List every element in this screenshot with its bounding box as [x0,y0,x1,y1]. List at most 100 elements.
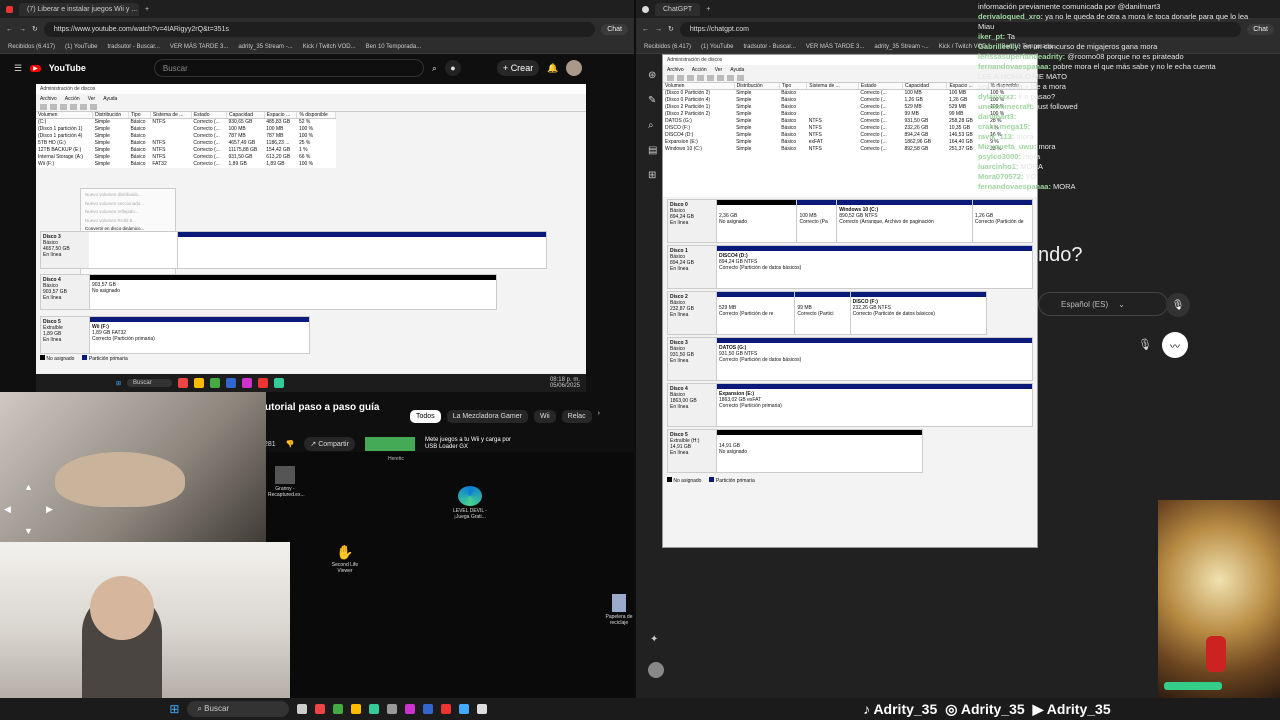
language-select[interactable]: Español (ES) ⌄ [1038,292,1168,316]
search-icon[interactable]: ⌕ [432,63,437,74]
chat-username[interactable]: derivaloqued_xro: [978,12,1043,21]
desktop-icon-second-life[interactable]: ✋ Second Life Viewer [326,544,364,574]
chat-username[interactable]: uneteminecraft: [978,102,1034,111]
chat-username[interactable]: Mora070572: [978,172,1023,181]
partition[interactable]: 100 MB Correcto (Pa [796,200,837,242]
chat-username[interactable]: dylanxxxz: [978,92,1016,101]
app-icon[interactable] [315,704,326,714]
partition[interactable]: Windows 10 (C:) 890,52 GB NTFS Correcto (A… [836,200,972,242]
related-thumbnail[interactable] [364,437,415,451]
chip-mezcladora[interactable]: La Mezcladora Gamer [446,410,528,423]
chevron-right-icon[interactable]: › [598,410,600,423]
forward-icon[interactable]: → [19,26,26,33]
chip-todos[interactable]: Todos [410,410,441,423]
app-icon[interactable] [441,704,452,714]
table-row[interactable]: Internal Storage (A:) Simple Básico NTFS Cor… [36,154,336,161]
app-icon[interactable] [405,704,416,714]
explore-icon[interactable]: ⊞ [648,170,657,181]
table-row[interactable]: Wii (F:) Simple Básico FAT32 Correcto (... 1,… [36,161,336,168]
bookmark-2[interactable]: (1) YouTube [701,44,733,50]
chat-username[interactable]: craki_mega15: [978,122,1030,131]
partition[interactable]: 99 MB Correcto (Partici [794,292,850,334]
context-menu-item[interactable]: Nuevo volumen seccionado... [85,200,171,209]
left-address-bar[interactable]: https://www.youtube.com/watch?v=4IARigyy… [43,21,596,37]
chat-username[interactable]: Mizuqueta_uwu: [978,142,1036,151]
app-icon[interactable] [477,704,488,714]
partition[interactable]: Wii (F:) 1,89 GB FAT32 Correcto (Partición… [89,317,309,353]
bookmark-7[interactable]: Ben 10 Temporada... [366,44,422,50]
partition[interactable]: 903,57 GB No asignado [89,275,496,309]
partition[interactable]: DATOS (G:) 931,50 GB NTFS Correcto (Partic… [716,338,1032,380]
folder-icon[interactable] [351,704,362,714]
partition[interactable]: Expansion (E:) 1863,02 GB exFAT Correcto (… [716,384,1032,426]
reload-icon[interactable]: ↻ [32,25,38,33]
app-icon[interactable] [459,704,470,714]
youtube-logo-icon[interactable]: ▶ [30,64,41,72]
user-avatar[interactable] [648,662,664,678]
bookmark-6[interactable]: Kick / Twitch VOD... [303,44,356,50]
bookmark-4[interactable]: VER MÁS TARDE 3... [170,44,228,50]
partition[interactable]: DISCO4 (D:) 894,24 GB NTFS Correcto (Parti… [716,246,1032,288]
library-icon[interactable]: ▤ [648,145,657,156]
avatar[interactable] [566,60,583,76]
desktop-icon-level-devil[interactable]: LEVEL DEVIL - ¡Juega Grati... [450,486,490,520]
dislike-icon[interactable]: 👎 [286,440,295,448]
table-row[interactable]: 5TB HD (G:) Simple Básico NTFS Correcto (...… [36,140,336,147]
chat-username[interactable]: lerissasuperfandeadrity: [978,52,1065,61]
create-button[interactable]: + Crear [496,60,540,76]
chip-related[interactable]: Relac [561,410,592,423]
bookmark-1[interactable]: Recibidos (6.417) [644,44,691,50]
related-title[interactable]: Mete juegos a tu Wii y carga por USB Loa… [425,437,515,451]
dictate-icon[interactable]: 🎙 [1138,338,1152,351]
chat-username[interactable]: ravik_113: [978,132,1014,141]
menu-ver[interactable]: Ver [715,67,723,73]
youtube-logo-text[interactable]: YouTube [49,63,86,73]
bookmark-3[interactable]: tradsutor - Buscar... [108,44,160,50]
app-icon[interactable] [369,704,380,714]
table-row[interactable]: (Disco 1 partición 4) Simple Básico Correct… [36,133,336,140]
bookmark-3[interactable]: tradsutor - Buscar... [744,44,796,50]
chat-username[interactable]: psylco3000: [978,152,1021,161]
context-menu-item[interactable]: Nuevo volumen reflejado... [85,208,171,217]
video-player[interactable]: Administración de discos Archivo Acción … [36,84,586,374]
bookmark-1[interactable]: Recibidos (6.417) [8,44,55,50]
bookmark-4[interactable]: VER MÁS TARDE 3... [806,44,864,50]
context-menu-item[interactable]: Nuevo volumen RAID-5... [85,217,171,226]
left-tab[interactable]: (7) Liberar e instalar juegos Wii y ... [19,2,139,16]
chat-username[interactable]: fernandovaespanaa: [978,182,1051,191]
back-icon[interactable]: ← [642,26,649,33]
partition[interactable]: 14,91 GB No asignado [716,430,922,472]
menu-accion[interactable]: Acción [65,96,80,102]
new-chat-icon[interactable]: ✎ [648,95,657,106]
windows-start-icon[interactable]: ⊞ [169,702,179,716]
app-icon[interactable] [423,704,434,714]
menu-ayuda[interactable]: Ayuda [103,96,117,102]
chat-username[interactable]: iker_pt: [978,32,1005,41]
bell-icon[interactable]: 🔔 [547,63,558,74]
mic-icon[interactable]: ● [444,60,461,76]
table-row[interactable]: 12TB BACKUP (E:) Simple Básico NTFS Correcto… [36,147,336,154]
chat-username[interactable]: luarcinho1: [978,162,1018,171]
back-icon[interactable]: ← [6,26,13,33]
reload-icon[interactable]: ↻ [668,25,674,33]
partition[interactable]: DISCO (F:) 232,26 GB NTFS Correcto (Partic… [849,292,986,334]
chat-username[interactable]: Gabrilleelly: [978,42,1021,51]
menu-archivo[interactable]: Archivo [40,96,57,102]
partition[interactable]: 2,36 GB No asignado [716,200,797,242]
app-icon[interactable] [333,704,344,714]
right-tab[interactable]: ChatGPT [655,2,701,16]
menu-icon[interactable]: ☰ [14,63,22,74]
voice-mode-icon[interactable]: 〰 [1162,332,1188,358]
chat-username[interactable]: danimart3: [978,112,1016,121]
context-menu-item[interactable]: Nuevo volumen distribuido... [85,191,171,200]
table-row[interactable]: (C:) Simple Básico NTFS Correcto (... 930,65 … [36,119,336,127]
app-icon[interactable] [387,704,398,714]
task-view-icon[interactable] [297,704,308,714]
partition[interactable] [177,232,546,268]
bookmark-5[interactable]: adrity_35 Stream -... [238,44,292,50]
chatgpt-logo-icon[interactable]: ⊛ [648,70,657,81]
desktop-icon-granny[interactable]: Granny - Recaptured.ex... [268,466,305,498]
new-tab-icon[interactable]: + [706,6,710,13]
desktop-icon-recycle-bin[interactable]: Papelera de reciclaje [604,594,634,626]
youtube-search-input[interactable]: Buscar [153,59,424,77]
